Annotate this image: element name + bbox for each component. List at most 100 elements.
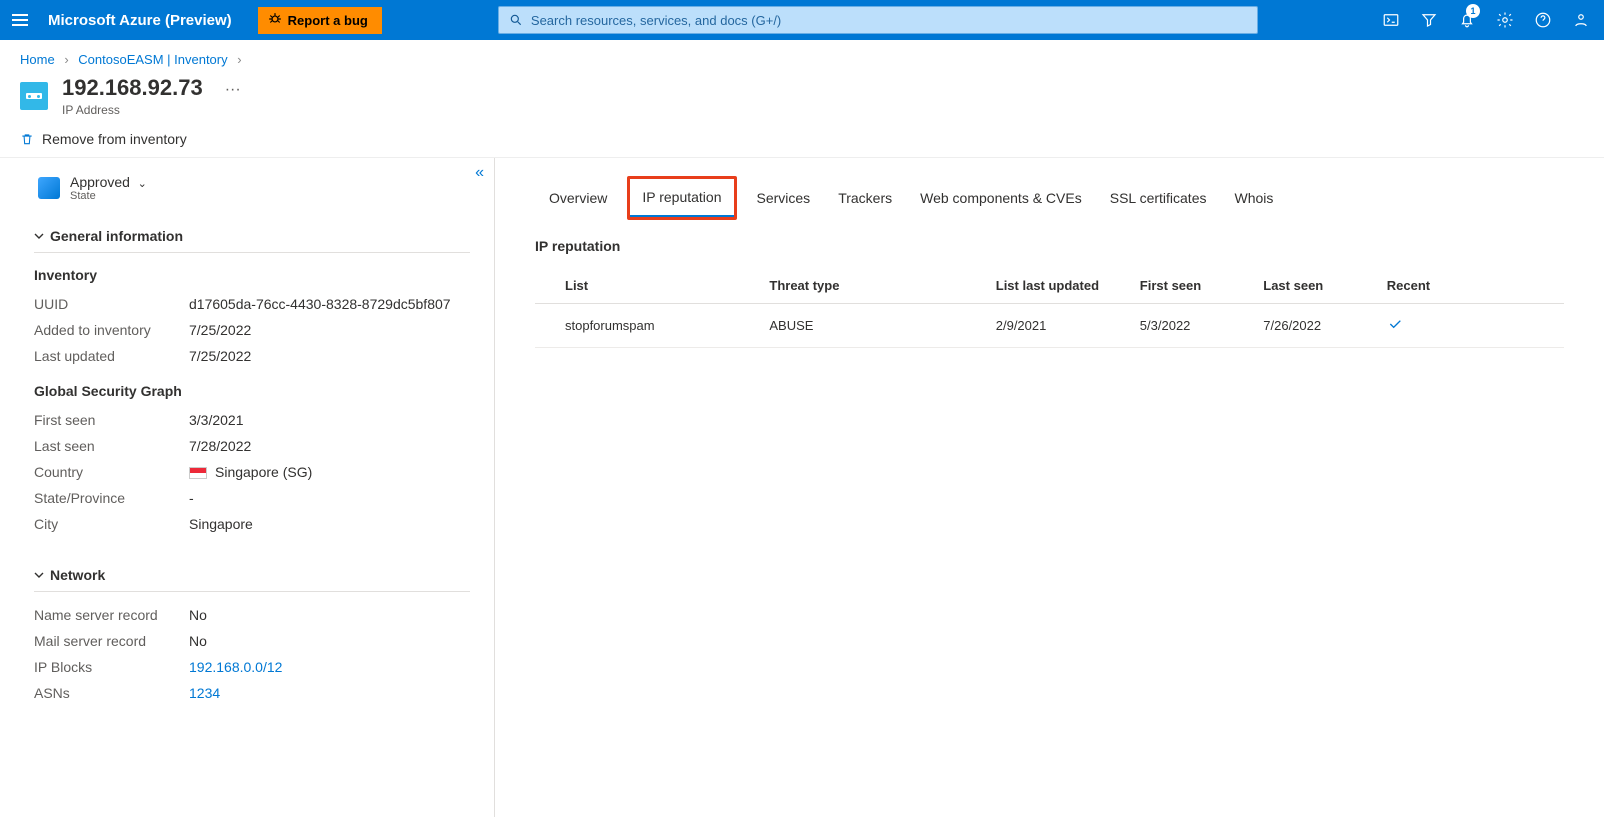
tab-whois[interactable]: Whois [1220,178,1287,220]
ns-label: Name server record [34,607,189,623]
tab-ssl-certificates[interactable]: SSL certificates [1096,178,1221,220]
flag-sg-icon [189,467,207,479]
country-label: Country [34,464,189,480]
cloud-shell-icon [1382,11,1400,29]
tab-web-components[interactable]: Web components & CVEs [906,178,1096,220]
settings-button[interactable] [1488,0,1522,40]
remove-label: Remove from inventory [42,131,187,147]
tab-trackers[interactable]: Trackers [824,178,906,220]
menu-toggle-button[interactable] [6,6,34,34]
tab-services[interactable]: Services [743,178,825,220]
trash-icon [20,132,34,146]
main-panel: Overview IP reputation Services Trackers… [495,158,1604,817]
state-icon [38,177,60,199]
uuid-value: d17605da-76cc-4430-8328-8729dc5bf807 [189,296,470,312]
chevron-down-icon [34,231,44,241]
city-value: Singapore [189,516,470,532]
first-seen-value: 3/3/2021 [189,412,470,428]
state-caption: State [70,190,147,202]
check-icon [1387,316,1403,332]
state-selector[interactable]: Approved ⌄ State [34,170,470,218]
directory-button[interactable] [1412,0,1446,40]
report-bug-button[interactable]: Report a bug [258,7,382,34]
highlighted-tab-frame: IP reputation [627,176,736,220]
gear-icon [1496,11,1514,29]
col-list-updated: List last updated [988,268,1132,304]
last-seen-label: Last seen [34,438,189,454]
page-title: 192.168.92.73 [62,75,203,101]
remove-from-inventory-button[interactable]: Remove from inventory [20,131,187,147]
cell-updated: 2/9/2021 [988,304,1132,348]
asn-label: ASNs [34,685,189,701]
cell-list: stopforumspam [535,304,761,348]
chevron-down-icon [34,570,44,580]
help-icon [1534,11,1552,29]
chevron-down-icon: ⌄ [138,178,147,190]
search-input[interactable]: Search resources, services, and docs (G+… [498,6,1258,34]
search-icon [509,13,523,27]
last-seen-value: 7/28/2022 [189,438,470,454]
stateprov-value: - [189,490,470,506]
search-placeholder: Search resources, services, and docs (G+… [531,13,781,28]
section-general-label: General information [50,228,183,244]
cell-first: 5/3/2022 [1132,304,1255,348]
collapse-pane-button[interactable]: « [475,164,484,182]
chevron-right-icon: › [64,52,68,67]
tab-bar: Overview IP reputation Services Trackers… [535,176,1564,220]
command-bar: Remove from inventory [0,125,1604,158]
tab-overview[interactable]: Overview [535,178,621,220]
ns-value: No [189,607,470,623]
ipblocks-link[interactable]: 192.168.0.0/12 [189,659,470,675]
inventory-header: Inventory [34,267,470,283]
more-actions-button[interactable]: ··· [225,81,241,99]
help-button[interactable] [1526,0,1560,40]
ipblocks-label: IP Blocks [34,659,189,675]
notification-badge: 1 [1466,4,1480,18]
table-row[interactable]: stopforumspam ABUSE 2/9/2021 5/3/2022 7/… [535,304,1564,348]
updated-label: Last updated [34,348,189,364]
resource-icon [20,82,48,110]
updated-value: 7/25/2022 [189,348,470,364]
city-label: City [34,516,189,532]
section-general-header[interactable]: General information [34,218,470,253]
notifications-button[interactable]: 1 [1450,0,1484,40]
panel-title: IP reputation [535,238,1564,254]
report-bug-label: Report a bug [288,13,368,28]
col-list: List [535,268,761,304]
filter-icon [1420,11,1438,29]
col-first-seen: First seen [1132,268,1255,304]
cloud-shell-button[interactable] [1374,0,1408,40]
state-value: Approved [70,174,130,190]
added-label: Added to inventory [34,322,189,338]
stateprov-label: State/Province [34,490,189,506]
cell-recent [1379,304,1564,348]
brand-label: Microsoft Azure (Preview) [40,12,232,29]
gsg-header: Global Security Graph [34,383,470,399]
col-threat-type: Threat type [761,268,987,304]
feedback-button[interactable] [1564,0,1598,40]
topbar: Microsoft Azure (Preview) Report a bug S… [0,0,1604,40]
asn-link[interactable]: 1234 [189,685,470,701]
reputation-table: List Threat type List last updated First… [535,268,1564,348]
breadcrumb: Home › ContosoEASM | Inventory › [0,40,1604,75]
cell-last: 7/26/2022 [1255,304,1378,348]
chevron-right-icon: › [237,52,241,67]
page-subtitle: IP Address [62,103,203,117]
person-icon [1572,11,1590,29]
mail-value: No [189,633,470,649]
tab-ip-reputation[interactable]: IP reputation [630,179,733,217]
uuid-label: UUID [34,296,189,312]
section-network-header[interactable]: Network [34,557,470,592]
mail-label: Mail server record [34,633,189,649]
breadcrumb-home[interactable]: Home [20,52,55,67]
added-value: 7/25/2022 [189,322,470,338]
cell-threat: ABUSE [761,304,987,348]
breadcrumb-inventory[interactable]: ContosoEASM | Inventory [78,52,227,67]
col-last-seen: Last seen [1255,268,1378,304]
section-network-label: Network [50,567,105,583]
bug-icon [268,12,282,29]
details-pane: « Approved ⌄ State General information I… [0,158,495,817]
country-value: Singapore (SG) [189,464,470,480]
page-header: 192.168.92.73 IP Address ··· [0,75,1604,125]
first-seen-label: First seen [34,412,189,428]
